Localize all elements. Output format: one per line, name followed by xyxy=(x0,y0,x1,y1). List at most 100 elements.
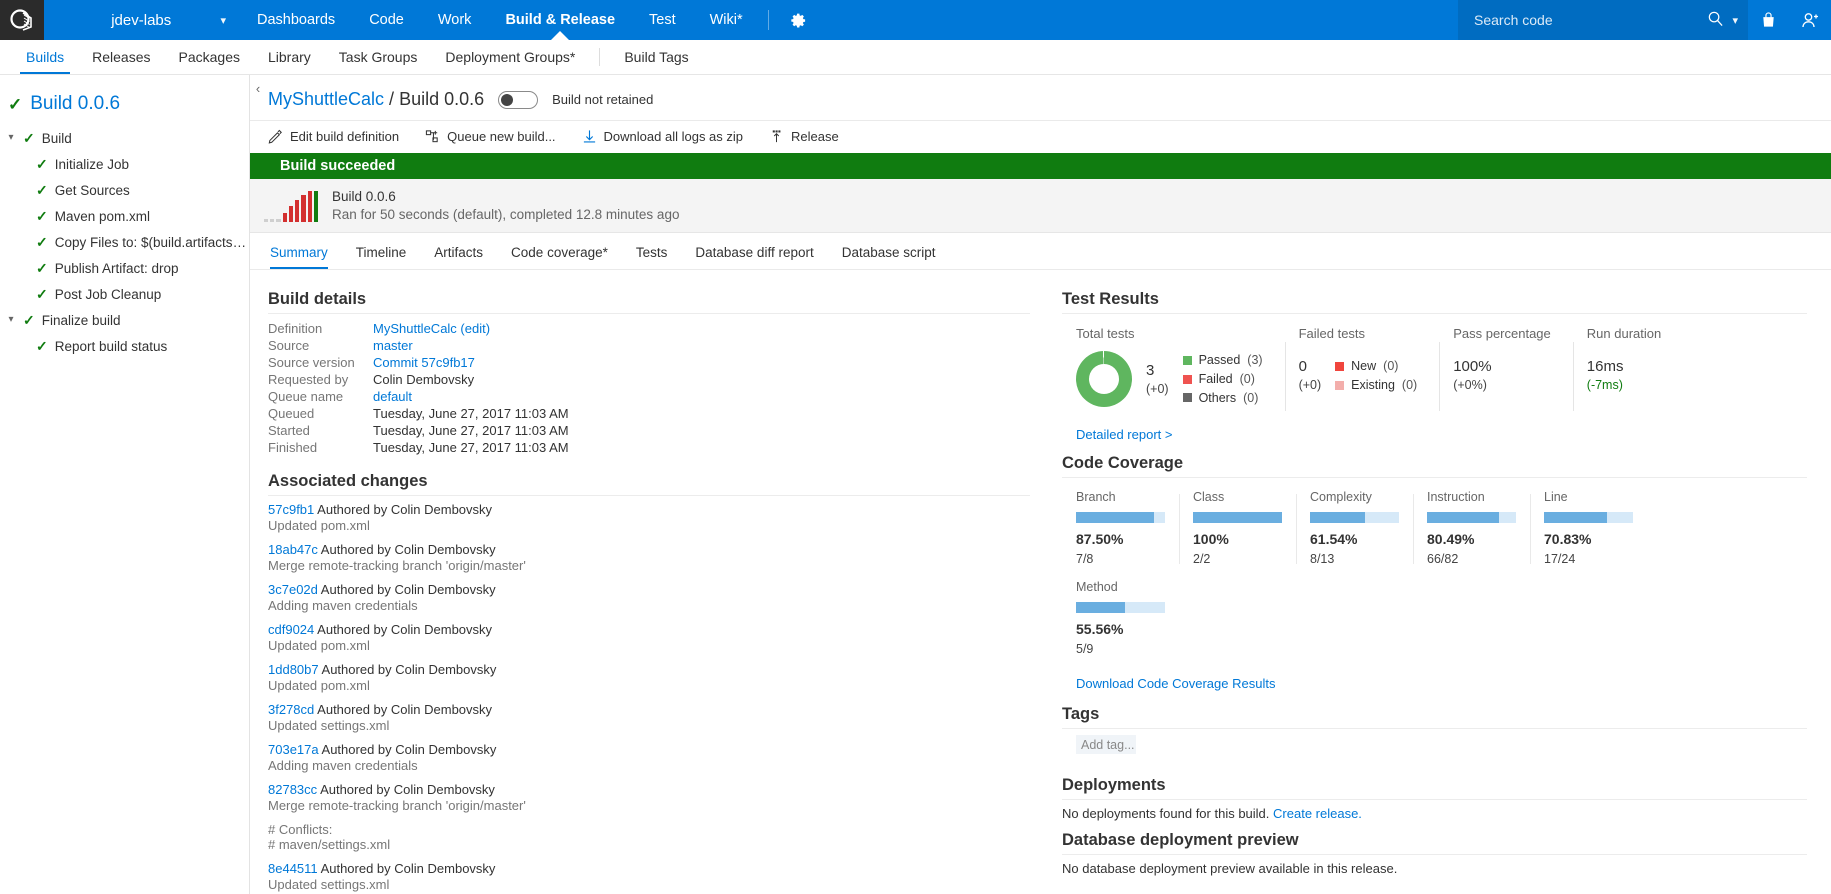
legend-swatch-icon xyxy=(1182,393,1192,403)
tree-node-report-build-status[interactable]: ✓ Report build status xyxy=(0,333,249,359)
coverage-bar xyxy=(1544,512,1633,524)
commit-link[interactable]: 3c7e02d xyxy=(268,582,318,597)
hub-tab-label: Library xyxy=(268,49,311,65)
detail-value: master xyxy=(373,337,569,354)
tree-node-get-sources[interactable]: ✓ Get Sources xyxy=(0,177,249,203)
change-line: 8e44511 Authored by Colin Dembovsky xyxy=(268,861,1030,876)
table-row: Source version Commit 57c9fb17 xyxy=(268,354,569,371)
tree-node-initialize-job[interactable]: ✓ Initialize Job xyxy=(0,151,249,177)
tree-root-build[interactable]: ✓ Build 0.0.6 xyxy=(0,93,249,115)
commit-link[interactable]: 703e17a xyxy=(268,742,319,757)
legend-count: (3) xyxy=(1247,353,1263,367)
pivot-label: Code coverage* xyxy=(511,245,608,260)
check-icon: ✓ xyxy=(36,338,48,354)
marketplace-button[interactable] xyxy=(1748,0,1789,40)
search-chevron-down-icon[interactable]: ▾ xyxy=(1732,14,1738,27)
column-header: Failed tests xyxy=(1298,326,1366,341)
chevron-down-icon[interactable]: ▾ xyxy=(6,315,16,325)
vsts-logo-icon[interactable] xyxy=(0,0,44,40)
search-container: ▾ xyxy=(1458,0,1748,40)
metric-name: Class xyxy=(1193,490,1225,505)
pivot-label: Timeline xyxy=(355,245,407,260)
nav-item-build-release[interactable]: Build & Release xyxy=(488,0,632,40)
nav-item-wiki[interactable]: Wiki* xyxy=(693,0,760,40)
hub-tab-builds[interactable]: Builds xyxy=(12,40,78,74)
chevron-down-icon[interactable]: ▾ xyxy=(6,133,16,143)
search-input[interactable] xyxy=(1472,11,1700,29)
tree-node-finalize-build[interactable]: ▾ ✓ Finalize build xyxy=(0,307,249,333)
search-icon[interactable] xyxy=(1707,10,1724,30)
user-profile-button[interactable] xyxy=(1789,0,1831,40)
source-version-link[interactable]: Commit 57c9fb17 xyxy=(373,355,475,370)
pivot-tests[interactable]: Tests xyxy=(622,241,682,269)
hub-tab-library[interactable]: Library xyxy=(254,40,325,74)
nav-item-dashboards[interactable]: Dashboards xyxy=(240,0,352,40)
download-code-coverage-link[interactable]: Download Code Coverage Results xyxy=(1076,676,1275,691)
commit-link[interactable]: 3f278cd xyxy=(268,702,314,717)
commit-link[interactable]: 1dd80b7 xyxy=(268,662,319,677)
change-line: 82783cc Authored by Colin Dembovsky xyxy=(268,782,1030,797)
commit-link[interactable]: 8e44511 xyxy=(268,861,318,876)
commit-message: Merge remote-tracking branch 'origin/mas… xyxy=(268,798,526,813)
deployments-empty-text: No deployments found for this build. xyxy=(1062,806,1270,822)
edit-build-definition-button[interactable]: Edit build definition xyxy=(268,129,399,144)
collapse-panel-chevron-left-icon[interactable]: ‹ xyxy=(250,81,266,96)
nav-item-test[interactable]: Test xyxy=(632,0,693,40)
settings-button[interactable] xyxy=(777,0,820,40)
table-row: Definition MyShuttleCalc (edit) xyxy=(268,320,569,337)
add-tag-input[interactable]: Add tag... xyxy=(1076,735,1136,755)
commit-link[interactable]: 82783cc xyxy=(268,782,317,797)
hub-tab-task-groups[interactable]: Task Groups xyxy=(325,40,432,74)
queue-new-build-button[interactable]: Queue new build... xyxy=(425,129,556,144)
project-selector[interactable]: jdev-labs ▾ xyxy=(44,0,240,40)
nav-item-code[interactable]: Code xyxy=(352,0,421,40)
hub-tab-releases[interactable]: Releases xyxy=(78,40,164,74)
retain-build-toggle[interactable] xyxy=(498,90,539,109)
nav-label: Work xyxy=(437,12,472,28)
divider xyxy=(1062,313,1807,314)
definition-link[interactable]: MyShuttleCalc (edit) xyxy=(373,321,490,336)
pivot-label: Database script xyxy=(841,245,936,260)
commit-message: Adding maven credentials xyxy=(268,598,418,613)
list-item: 82783cc Authored by Colin Dembovsky Merg… xyxy=(268,782,1030,813)
change-line: 3f278cd Authored by Colin Dembovsky xyxy=(268,702,1030,717)
detailed-report-link[interactable]: Detailed report > xyxy=(1076,427,1172,442)
hub-tab-deployment-groups[interactable]: Deployment Groups* xyxy=(431,40,589,74)
tree-node-publish-artifact[interactable]: ✓ Publish Artifact: drop xyxy=(0,255,249,281)
download-logs-button[interactable]: Download all logs as zip xyxy=(582,129,743,144)
nav-item-work[interactable]: Work xyxy=(421,0,489,40)
pivot-artifacts[interactable]: Artifacts xyxy=(420,241,497,269)
value: 3 xyxy=(1146,361,1155,379)
tree-node-maven-pom[interactable]: ✓ Maven pom.xml xyxy=(0,203,249,229)
pivot-database-script[interactable]: Database script xyxy=(828,241,950,269)
shopping-bag-icon xyxy=(1763,12,1774,27)
release-button[interactable]: Release xyxy=(769,129,839,144)
pivot-label: Artifacts xyxy=(434,245,484,260)
commit-link[interactable]: cdf9024 xyxy=(268,622,314,637)
tree-node-post-job-cleanup[interactable]: ✓ Post Job Cleanup xyxy=(0,281,249,307)
column-header: Total tests xyxy=(1076,326,1135,341)
create-release-link[interactable]: Create release. xyxy=(1273,806,1362,821)
commit-link[interactable]: 18ab47c xyxy=(268,542,318,557)
source-link[interactable]: master xyxy=(373,338,413,353)
legend-count: (0) xyxy=(1401,377,1418,392)
build-summary-row: Build 0.0.6 Ran for 50 seconds (default)… xyxy=(250,179,1831,233)
queue-name-link[interactable]: default xyxy=(373,389,412,404)
value: 16ms xyxy=(1586,358,1624,375)
tree-node-copy-files[interactable]: ✓ Copy Files to: $(build.artifactstaging… xyxy=(0,229,249,255)
pivot-timeline[interactable]: Timeline xyxy=(342,241,421,269)
tree-node-build[interactable]: ▾ ✓ Build xyxy=(0,125,249,151)
legend-swatch-icon xyxy=(1182,355,1192,365)
hub-tab-build-tags[interactable]: Build Tags xyxy=(610,40,702,74)
pivot-summary[interactable]: Summary xyxy=(268,241,342,269)
hub-tab-packages[interactable]: Packages xyxy=(165,40,254,74)
hub-tab-label: Builds xyxy=(26,49,65,65)
build-number: Build 0.0.6 xyxy=(399,89,485,109)
commit-link[interactable]: 57c9fb1 xyxy=(268,502,314,517)
pivot-database-diff-report[interactable]: Database diff report xyxy=(681,241,827,269)
commit-author: Authored by Colin Dembovsky xyxy=(320,582,496,597)
check-icon: ✓ xyxy=(36,260,48,276)
release-icon xyxy=(772,130,781,143)
pivot-code-coverage[interactable]: Code coverage* xyxy=(497,241,622,269)
build-definition-link[interactable]: MyShuttleCalc xyxy=(268,89,384,109)
